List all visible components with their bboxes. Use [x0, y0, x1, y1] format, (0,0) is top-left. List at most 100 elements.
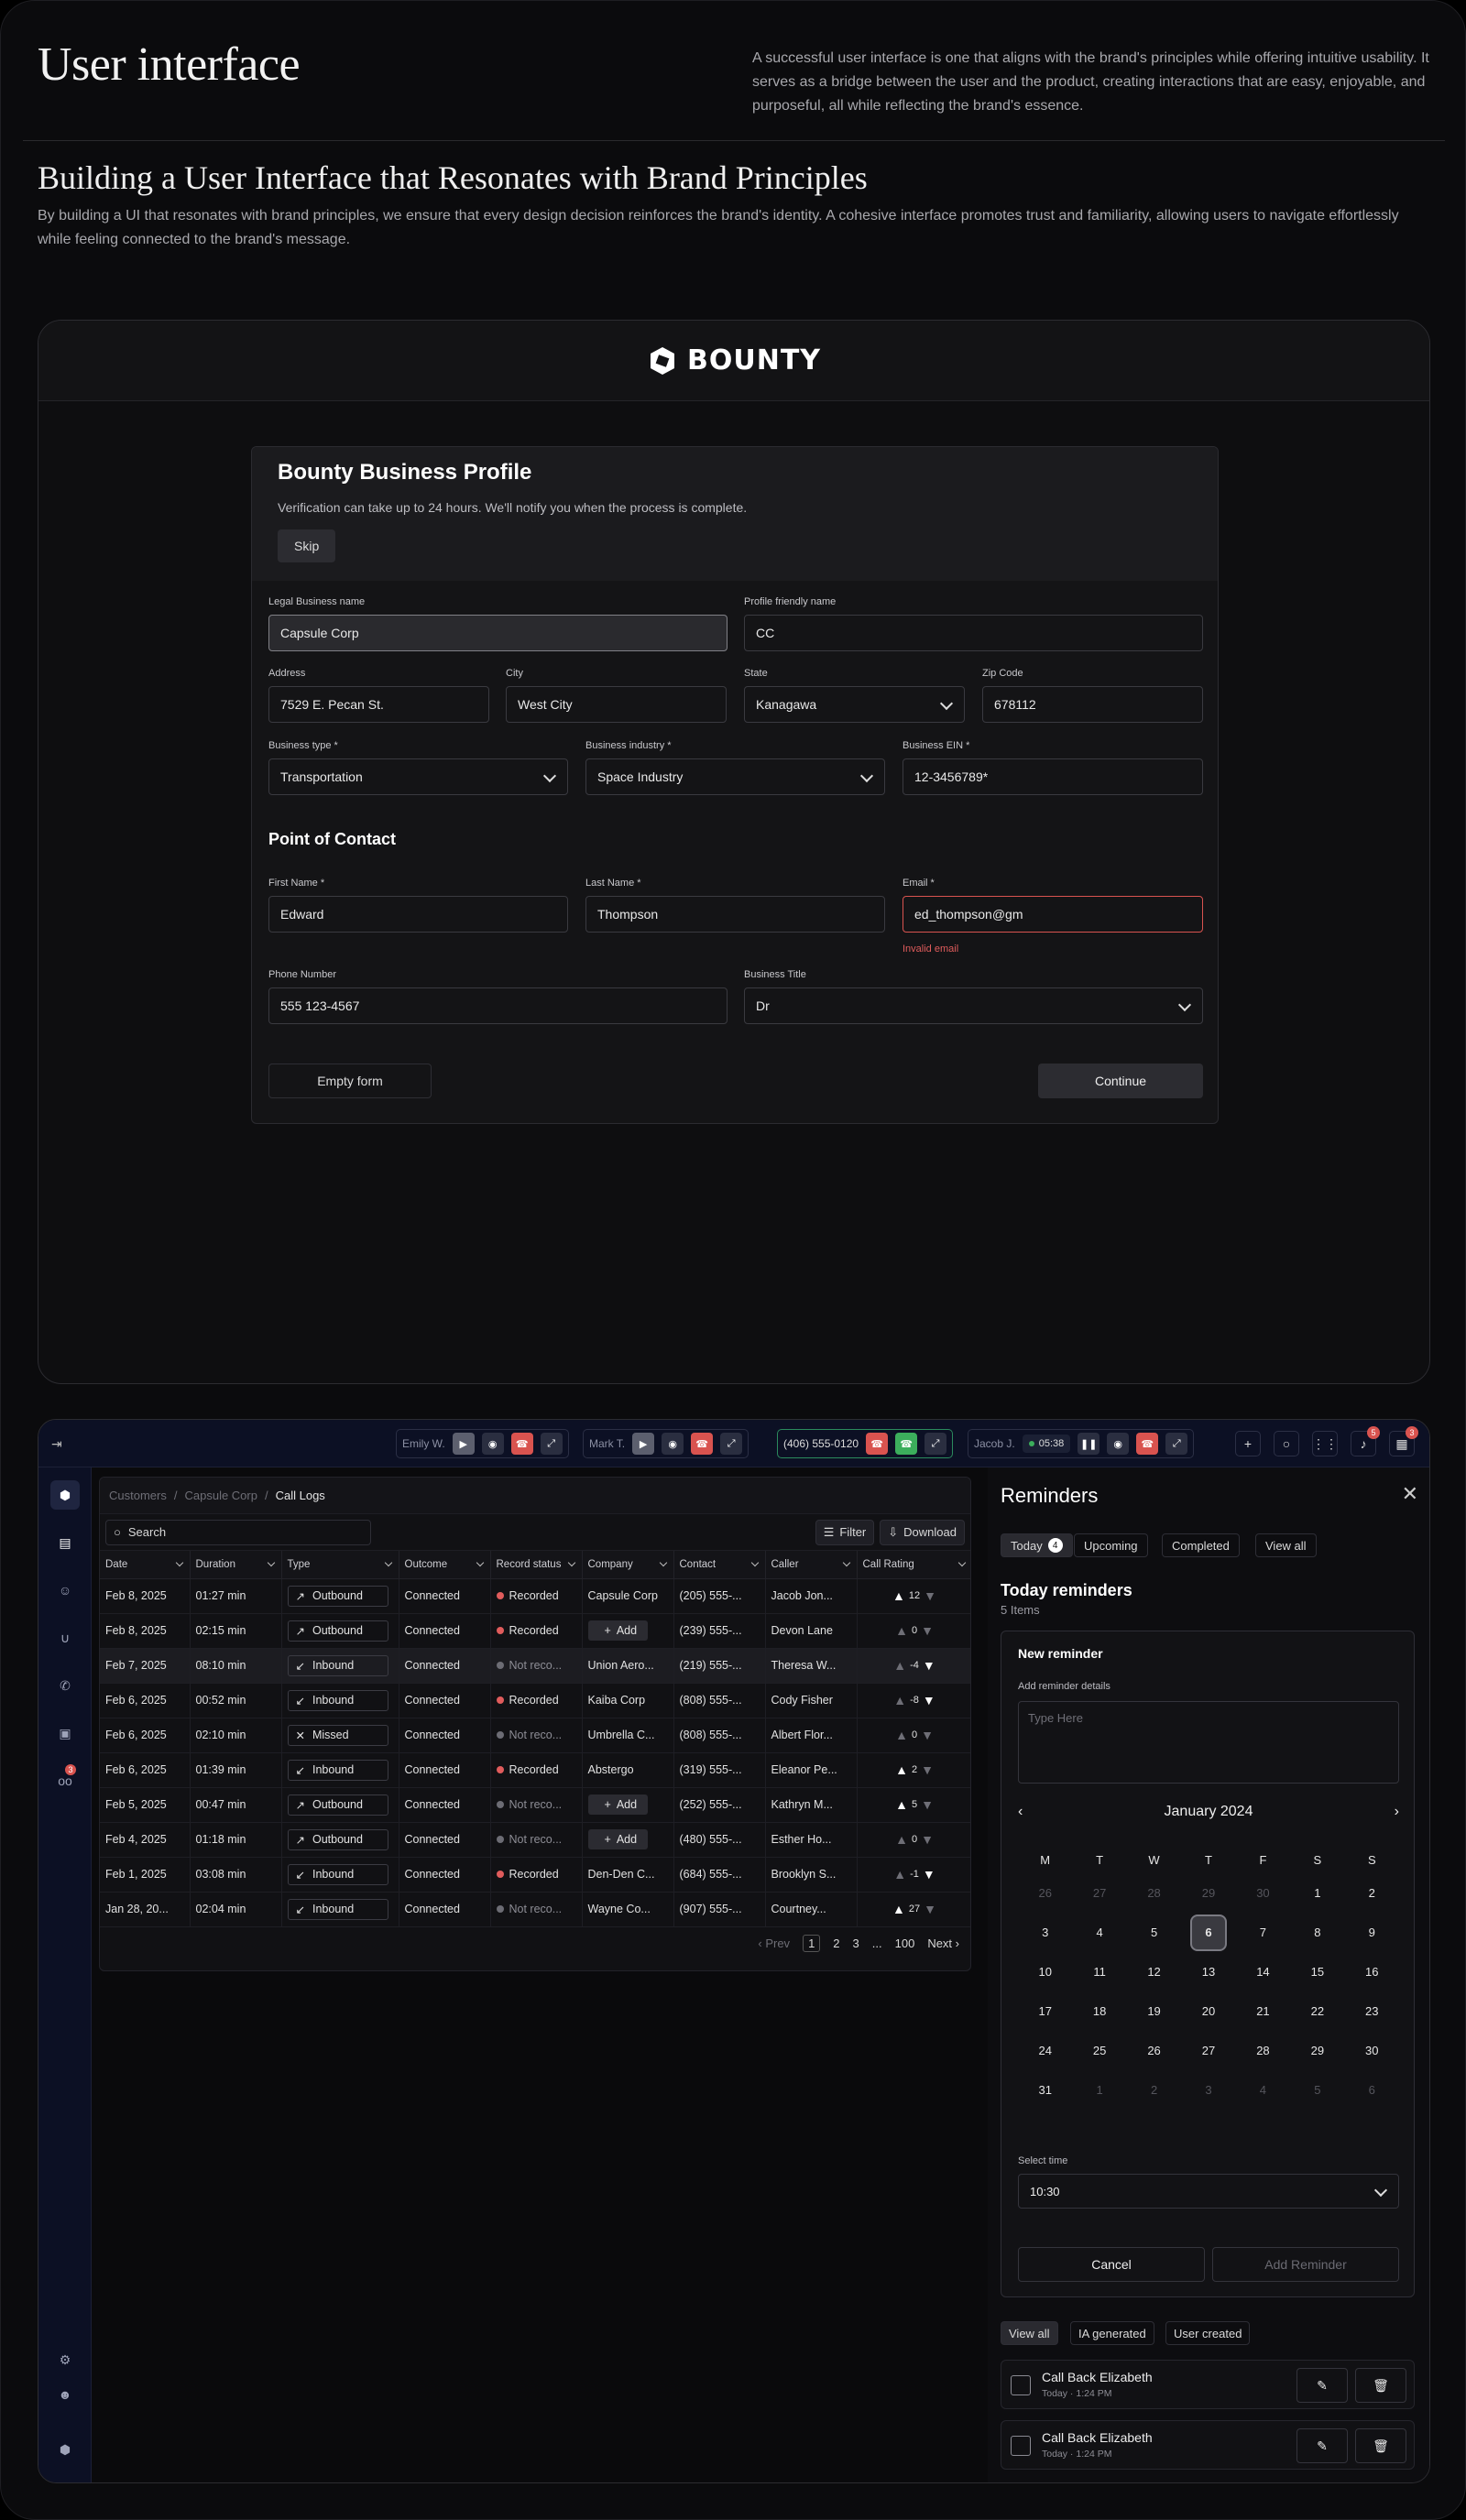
play-icon[interactable]: ▶: [452, 1433, 475, 1455]
business-title-select[interactable]: Dr: [744, 987, 1203, 1024]
thumb-down-icon[interactable]: ▼: [924, 1588, 936, 1603]
thumb-down-icon[interactable]: ▼: [923, 1867, 935, 1882]
thumb-down-icon[interactable]: ▼: [921, 1762, 934, 1777]
address-input[interactable]: 7529 E. Pecan St.: [268, 686, 489, 723]
calendar-day[interactable]: 31: [1018, 2072, 1072, 2108]
add-icon[interactable]: +: [1235, 1431, 1261, 1456]
next-button[interactable]: Next ›: [927, 1936, 959, 1950]
tab-completed[interactable]: Completed: [1162, 1533, 1240, 1557]
mic-icon[interactable]: ◉: [481, 1433, 504, 1455]
table-row[interactable]: Feb 6, 2025 00:52 min ↙ Inbound Connected Rec…: [100, 1683, 970, 1718]
calendar-day[interactable]: 27: [1181, 2033, 1235, 2068]
calendar-day[interactable]: 15: [1290, 1954, 1344, 1990]
calendar-day[interactable]: 25: [1072, 2033, 1126, 2068]
filter-user-created[interactable]: User created: [1165, 2321, 1251, 2345]
thumb-up-icon[interactable]: ▲: [893, 1658, 906, 1673]
column-header[interactable]: Call Rating: [857, 1551, 970, 1579]
thumb-up-icon[interactable]: ▲: [892, 1588, 905, 1603]
calendar-day[interactable]: 2: [1127, 2072, 1181, 2108]
table-row[interactable]: Feb 8, 2025 01:27 min ↗ Outbound Connected Re…: [100, 1578, 970, 1614]
hangup-icon[interactable]: ☎: [1136, 1433, 1159, 1455]
trash-icon[interactable]: 🗑: [1355, 2428, 1406, 2463]
column-header[interactable]: Outcome: [399, 1551, 491, 1579]
calendar-day[interactable]: 13: [1181, 1954, 1235, 1990]
chart-icon[interactable]: ▣: [50, 1718, 80, 1748]
page-3[interactable]: 3: [853, 1936, 859, 1950]
edit-icon[interactable]: ✎: [1296, 2368, 1348, 2403]
calendar-day[interactable]: 23: [1345, 1993, 1399, 2029]
time-select[interactable]: 10:30: [1018, 2174, 1399, 2209]
calendar-day[interactable]: 7: [1236, 1915, 1290, 1950]
calendar-day[interactable]: 6: [1345, 2072, 1399, 2108]
calendar-day[interactable]: 11: [1072, 1954, 1126, 1990]
calendar-day[interactable]: 9: [1345, 1915, 1399, 1950]
calendar-icon[interactable]: ▦ 3: [1389, 1426, 1418, 1456]
reminder-checkbox[interactable]: [1011, 2375, 1031, 2395]
answer-icon[interactable]: ☎: [895, 1433, 918, 1455]
thumb-up-icon[interactable]: ▲: [892, 1902, 905, 1916]
avatar[interactable]: ☻: [50, 2380, 80, 2409]
table-row[interactable]: Jan 28, 20... 02:04 min ↙ Inbound Connected N…: [100, 1892, 970, 1927]
page-1[interactable]: 1: [803, 1935, 821, 1952]
play-icon[interactable]: ▶: [632, 1433, 655, 1455]
thumb-up-icon[interactable]: ▲: [895, 1623, 908, 1638]
column-header[interactable]: Duration: [190, 1551, 282, 1579]
add-company-button[interactable]: + Add: [587, 1829, 649, 1849]
breadcrumb-company[interactable]: Capsule Corp: [184, 1489, 257, 1502]
calendar-day[interactable]: 5: [1290, 2072, 1344, 2108]
expand-icon[interactable]: ⤢: [1165, 1433, 1188, 1455]
legal-name-input[interactable]: Capsule Corp: [268, 615, 728, 651]
calendar-day[interactable]: 14: [1236, 1954, 1290, 1990]
trash-icon[interactable]: 🗑: [1355, 2368, 1406, 2403]
zip-input[interactable]: 678112: [982, 686, 1203, 723]
edit-icon[interactable]: ✎: [1296, 2428, 1348, 2463]
expand-icon[interactable]: ⤢: [540, 1433, 563, 1455]
add-company-button[interactable]: + Add: [587, 1620, 649, 1641]
decline-icon[interactable]: ☎: [866, 1433, 889, 1455]
thumb-down-icon[interactable]: ▼: [923, 1693, 935, 1707]
tab-upcoming[interactable]: Upcoming: [1074, 1533, 1148, 1557]
mic-icon[interactable]: ◉: [1107, 1433, 1130, 1455]
phone-input[interactable]: 555 123-4567: [268, 987, 728, 1024]
thumb-down-icon[interactable]: ▼: [923, 1658, 935, 1673]
calendar-day[interactable]: 29: [1290, 2033, 1344, 2068]
calendar-day[interactable]: 3: [1181, 2072, 1235, 2108]
filter-view-all[interactable]: View all: [1001, 2321, 1058, 2345]
last-name-input[interactable]: Thompson: [585, 896, 885, 933]
expand-icon[interactable]: ⤢: [924, 1433, 947, 1455]
table-row[interactable]: Feb 6, 2025 01:39 min ↙ Inbound Connected Rec…: [100, 1752, 970, 1788]
ein-input[interactable]: 12-3456789*: [903, 758, 1203, 795]
bell-icon[interactable]: ♪ 5: [1351, 1426, 1380, 1456]
calendar-day[interactable]: 18: [1072, 1993, 1126, 2029]
expand-sidebar-icon[interactable]: ⇥: [51, 1436, 62, 1452]
dialpad-icon[interactable]: ⋮⋮: [1312, 1431, 1338, 1456]
settings-icon[interactable]: ⚙: [50, 2345, 80, 2374]
calendar-day[interactable]: 17: [1018, 1993, 1072, 2029]
calendar-day[interactable]: 30: [1236, 1875, 1290, 1911]
calendar-day[interactable]: 22: [1290, 1993, 1344, 2029]
calendar-day[interactable]: 29: [1181, 1875, 1235, 1911]
reminder-checkbox[interactable]: [1011, 2436, 1031, 2456]
calendar-day[interactable]: 8: [1290, 1915, 1344, 1950]
calendar-day[interactable]: 27: [1072, 1875, 1126, 1911]
first-name-input[interactable]: Edward: [268, 896, 568, 933]
tab-view-all[interactable]: View all: [1255, 1533, 1317, 1557]
users-icon[interactable]: ☺: [50, 1576, 80, 1605]
details-textarea[interactable]: Type Here: [1018, 1701, 1399, 1784]
calendar-day[interactable]: 3: [1018, 1915, 1072, 1950]
thumb-down-icon[interactable]: ▼: [924, 1902, 936, 1916]
page-100[interactable]: 100: [895, 1936, 915, 1950]
filter-button[interactable]: ☰ Filter: [815, 1519, 875, 1545]
table-row[interactable]: Feb 6, 2025 02:10 min ✕ Missed Connected Not …: [100, 1718, 970, 1753]
calendar-day[interactable]: 5: [1127, 1915, 1181, 1950]
column-header[interactable]: Contact: [673, 1551, 766, 1579]
calendar-day[interactable]: 19: [1127, 1993, 1181, 2029]
hangup-icon[interactable]: ☎: [691, 1433, 714, 1455]
calendar-day[interactable]: 10: [1018, 1954, 1072, 1990]
hangup-icon[interactable]: ☎: [510, 1433, 533, 1455]
add-reminder-button[interactable]: Add Reminder: [1212, 2247, 1399, 2282]
calendar-day[interactable]: 1: [1290, 1875, 1344, 1911]
table-row[interactable]: Feb 5, 2025 00:47 min ↗ Outbound Connected No…: [100, 1787, 970, 1823]
calendar-day[interactable]: 4: [1072, 1915, 1126, 1950]
prev-button[interactable]: ‹ Prev: [758, 1936, 790, 1950]
